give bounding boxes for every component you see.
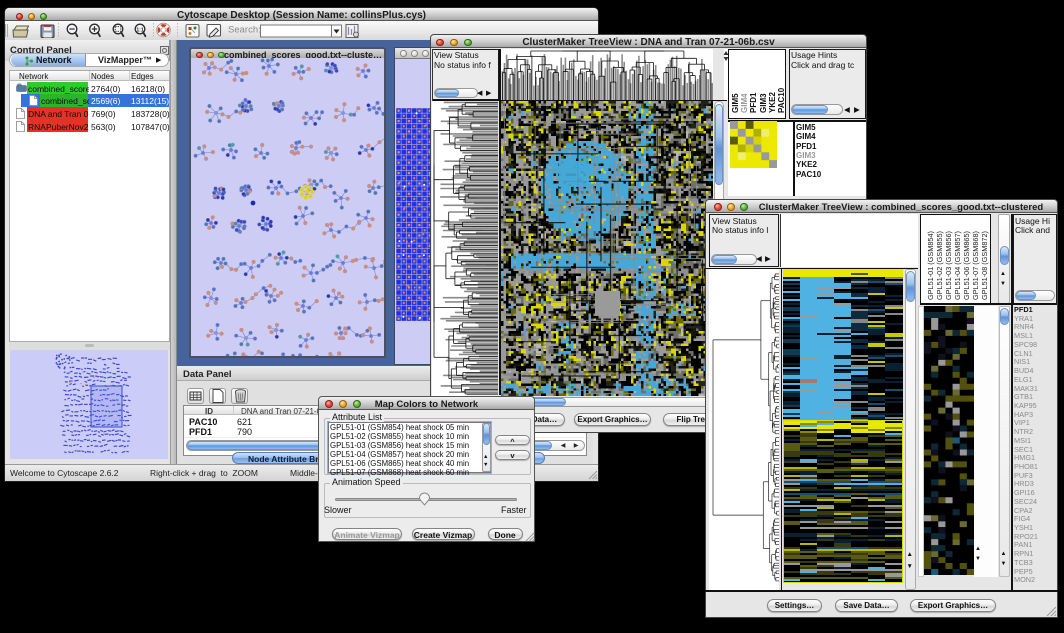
svg-text:1:1: 1:1 [136,27,143,33]
svg-text:Search:: Search: [228,25,261,36]
